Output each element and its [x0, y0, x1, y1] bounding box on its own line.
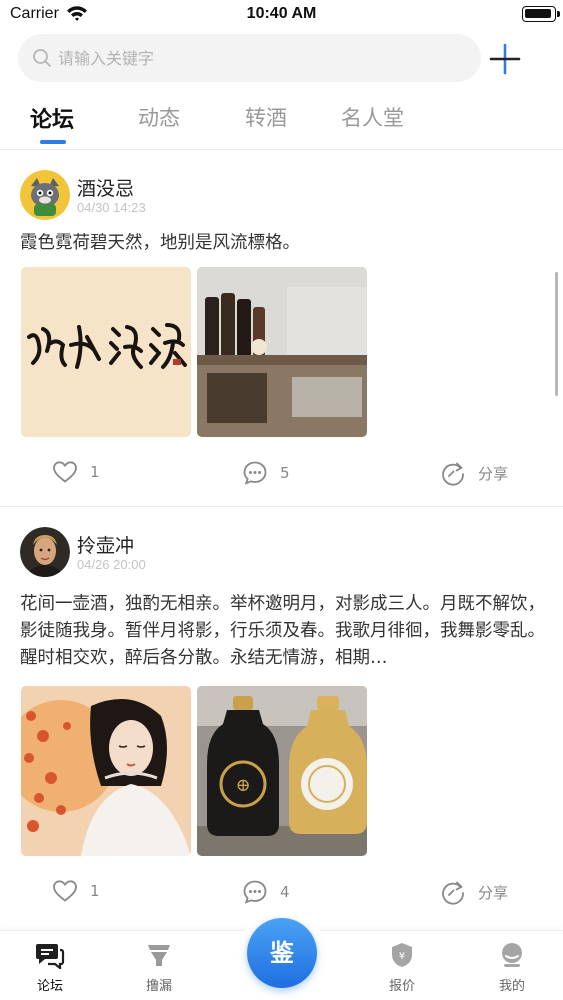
tab-bar-forum[interactable]: 论坛 [20, 941, 80, 994]
like-count: 1 [90, 882, 100, 900]
funnel-icon [148, 945, 170, 966]
scrollbar[interactable] [555, 272, 558, 396]
profile-icon [502, 943, 522, 967]
battery-icon [522, 6, 560, 22]
post-time: 04/30 14:23 [77, 200, 146, 215]
svg-text:¥: ¥ [399, 951, 405, 962]
search-input[interactable] [58, 34, 458, 82]
tab-bar-price[interactable]: ¥ 报价 [372, 941, 432, 994]
calligraphy-image[interactable] [21, 267, 191, 437]
add-icon[interactable] [488, 42, 522, 76]
liquor-bottles-image[interactable] [197, 267, 367, 437]
status-time: 10:40 AM [246, 5, 317, 22]
svg-text:⊕: ⊕ [235, 775, 250, 796]
share-label: 分享 [478, 883, 509, 902]
search-bar[interactable] [18, 34, 481, 82]
like-count: 1 [90, 463, 100, 481]
top-tabs: 论坛 动态 转酒 名人堂 [0, 96, 563, 150]
tab-activity[interactable]: 动态 [138, 102, 180, 132]
tab-bar-label: 撸漏 [145, 979, 172, 994]
avatar[interactable] [20, 527, 70, 577]
comment-button[interactable]: 4 [242, 879, 290, 905]
tab-bar-pick[interactable]: 撸漏 [129, 941, 189, 994]
woman-portrait-image[interactable] [21, 686, 191, 856]
post-time: 04/26 20:00 [77, 557, 146, 572]
tab-bar-profile[interactable]: 我的 [482, 941, 542, 994]
share-button[interactable]: 分享 [440, 879, 508, 905]
comment-icon [243, 880, 267, 904]
tab-bar-label: 报价 [388, 979, 415, 994]
like-button[interactable]: 1 [52, 879, 100, 903]
tab-bar-label: 我的 [498, 979, 525, 994]
price-shield-icon: ¥ [392, 943, 412, 967]
forum-icon [36, 944, 65, 971]
author-name[interactable]: 酒没忌 [77, 174, 134, 201]
status-bar: Carrier 10:40 AM [0, 0, 563, 30]
comment-button[interactable]: 5 [242, 460, 290, 486]
tab-bar-label: 论坛 [36, 979, 63, 994]
share-icon [442, 881, 464, 905]
tab-hall-of-fame[interactable]: 名人堂 [341, 102, 404, 132]
search-icon [32, 48, 52, 72]
like-button[interactable]: 1 [52, 460, 100, 484]
avatar[interactable] [20, 170, 70, 220]
author-name[interactable]: 拎壶冲 [77, 531, 134, 558]
share-button[interactable]: 分享 [440, 460, 508, 486]
share-icon [442, 462, 464, 486]
tab-forum[interactable]: 论坛 [30, 102, 74, 134]
post-text[interactable]: 霞色霓荷碧天然，地别是风流標格。 [20, 230, 548, 257]
liquor-jars-image[interactable]: ⊕ [197, 686, 367, 856]
post-text[interactable]: 花间一壶酒，独酌无相亲。举杯邀明月，对影成三人。月既不解饮，影徒随我身。暂伴月将… [20, 591, 548, 672]
tab-transfer[interactable]: 转酒 [245, 102, 287, 132]
post-divider [0, 506, 563, 507]
tab-indicator [40, 140, 66, 144]
heart-icon [53, 880, 77, 902]
comment-icon [243, 461, 267, 485]
share-label: 分享 [478, 464, 509, 483]
appraise-button[interactable]: 鉴 [247, 918, 317, 988]
heart-icon [53, 461, 77, 483]
comment-count: 4 [280, 883, 290, 901]
comment-count: 5 [280, 464, 290, 482]
